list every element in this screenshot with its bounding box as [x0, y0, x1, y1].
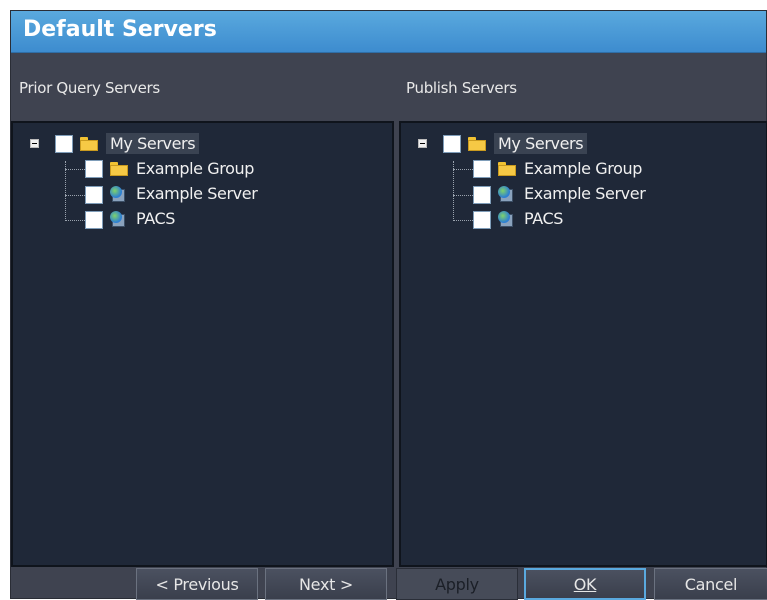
- tree-connector: [65, 220, 85, 221]
- tree-item-checkbox[interactable]: [473, 186, 491, 204]
- server-icon: [110, 211, 128, 229]
- previous-button[interactable]: < Previous: [136, 568, 258, 600]
- dialog-title: Default Servers: [23, 17, 217, 42]
- tree-item-checkbox[interactable]: [85, 211, 103, 229]
- tree-connector: [65, 161, 66, 221]
- tree-connector: [65, 195, 85, 196]
- next-button[interactable]: Next >: [265, 568, 387, 600]
- tree-connector: [65, 169, 85, 170]
- title-bar: Default Servers: [11, 11, 766, 53]
- tree-connector: [453, 220, 473, 221]
- tree-item-checkbox[interactable]: [473, 160, 491, 178]
- collapse-icon[interactable]: [30, 139, 39, 148]
- server-icon: [110, 186, 128, 204]
- prior-query-servers-label: Prior Query Servers: [19, 79, 160, 97]
- folder-icon: [80, 137, 98, 151]
- server-icon: [498, 211, 516, 229]
- tree-item-label[interactable]: Example Server: [524, 184, 646, 203]
- tree-connector: [453, 169, 473, 170]
- tree-item-checkbox[interactable]: [473, 211, 491, 229]
- publish-servers-label: Publish Servers: [406, 79, 517, 97]
- tree-root-label[interactable]: My Servers: [494, 133, 588, 154]
- root-checkbox[interactable]: [443, 135, 461, 153]
- tree-item-label[interactable]: PACS: [524, 209, 563, 228]
- tree-item-label[interactable]: Example Group: [524, 159, 642, 178]
- publish-servers-tree: My Servers Example Group Example Server …: [399, 121, 767, 567]
- root-checkbox[interactable]: [55, 135, 73, 153]
- folder-icon: [468, 137, 486, 151]
- tree-root-label[interactable]: My Servers: [106, 133, 200, 154]
- tree-item-checkbox[interactable]: [85, 160, 103, 178]
- tree-connector: [453, 161, 454, 221]
- folder-icon: [498, 162, 516, 176]
- ok-button-label: OK: [573, 574, 597, 594]
- ok-button[interactable]: OK: [524, 568, 646, 600]
- tree-connector: [453, 195, 473, 196]
- prior-query-servers-tree: My Servers Example Group Example Server …: [11, 121, 394, 567]
- collapse-icon[interactable]: [418, 139, 427, 148]
- cancel-button[interactable]: Cancel: [654, 568, 767, 600]
- folder-icon: [110, 162, 128, 176]
- tree-item-label[interactable]: PACS: [136, 209, 175, 228]
- default-servers-dialog: Default Servers Prior Query Servers My S…: [10, 10, 767, 600]
- server-icon: [498, 186, 516, 204]
- tree-item-label[interactable]: Example Server: [136, 184, 258, 203]
- tree-item-label[interactable]: Example Group: [136, 159, 254, 178]
- tree-item-checkbox[interactable]: [85, 186, 103, 204]
- apply-button[interactable]: Apply: [396, 568, 518, 600]
